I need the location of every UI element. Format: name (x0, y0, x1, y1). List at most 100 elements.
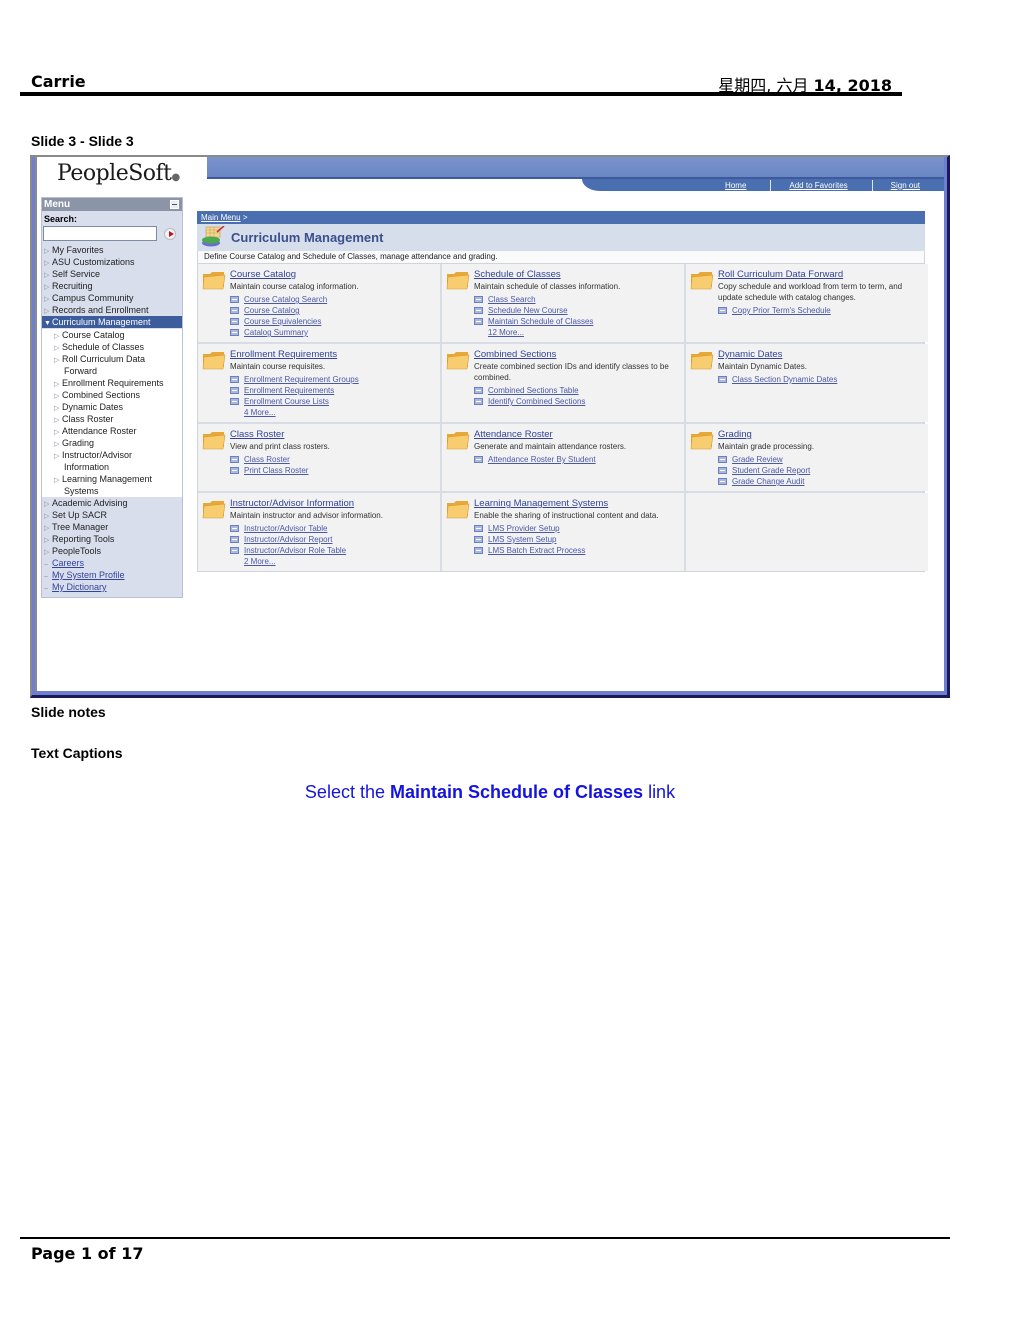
menu-link-my-system-profile[interactable]: – My System Profile (42, 569, 182, 581)
menu-item-set-up-sacr[interactable]: ▷ Set Up SACR (42, 509, 182, 521)
folder-icon (202, 352, 226, 370)
menu-search-input[interactable] (43, 226, 157, 241)
link-course-catalog-search[interactable]: Course Catalog Search (230, 294, 436, 305)
link-course-catalog[interactable]: Course Catalog (230, 305, 436, 316)
link-instructor-advisor-role-table[interactable]: Instructor/Advisor Role Table (230, 545, 436, 556)
slide-title: Slide 3 - Slide 3 (31, 133, 134, 149)
link-catalog-summary[interactable]: Catalog Summary (230, 327, 436, 338)
submenu-item-class-roster[interactable]: ▷ Class Roster (42, 413, 182, 425)
link-label: Enrollment Requirement Groups (244, 375, 359, 384)
submenu-item-continuation[interactable]: Information (42, 461, 182, 473)
menu-link-careers[interactable]: – Careers (42, 557, 182, 569)
nav-add-to-favorites-link[interactable]: Add to Favorites (770, 179, 871, 191)
link-enrollment-requirement-groups[interactable]: Enrollment Requirement Groups (230, 374, 436, 385)
page-icon (230, 536, 239, 543)
link-class-search[interactable]: Class Search (474, 294, 680, 305)
section-title-link[interactable]: Roll Curriculum Data Forward (718, 269, 924, 280)
submenu-item-grading[interactable]: ▷ Grading (42, 437, 182, 449)
link-instructor-advisor-report[interactable]: Instructor/Advisor Report (230, 534, 436, 545)
more-link[interactable]: 2 More... (230, 556, 436, 567)
more-link[interactable]: 4 More... (230, 407, 436, 418)
link-course-equivalencies[interactable]: Course Equivalencies (230, 316, 436, 327)
link-label: Course Catalog (244, 306, 300, 315)
submenu-item-schedule-of-classes[interactable]: ▷ Schedule of Classes (42, 341, 182, 353)
menu-item-label: Self Service (52, 269, 101, 279)
menu-item-academic-advising[interactable]: ▷ Academic Advising (42, 497, 182, 509)
link-lms-provider-setup[interactable]: LMS Provider Setup (474, 523, 680, 534)
section-title-link[interactable]: Enrollment Requirements (230, 349, 436, 360)
section-title-link[interactable]: Class Roster (230, 429, 436, 440)
section-title-link[interactable]: Grading (718, 429, 924, 440)
page-icon (474, 536, 483, 543)
submenu-item-dynamic-dates[interactable]: ▷ Dynamic Dates (42, 401, 182, 413)
link-student-grade-report[interactable]: Student Grade Report (718, 465, 924, 476)
menu-item-curriculum-management[interactable]: ▼Curriculum Management (42, 316, 182, 328)
submenu-item-instructor-advisor[interactable]: ▷ Instructor/Advisor (42, 449, 182, 461)
link-schedule-new-course[interactable]: Schedule New Course (474, 305, 680, 316)
page-icon (474, 387, 483, 394)
link-attendance-roster-by-student[interactable]: Attendance Roster By Student (474, 454, 680, 465)
section-title-link[interactable]: Instructor/Advisor Information (230, 498, 436, 509)
link-lms-system-setup[interactable]: LMS System Setup (474, 534, 680, 545)
search-go-icon[interactable] (164, 228, 176, 240)
section-title-link[interactable]: Dynamic Dates (718, 349, 924, 360)
link-grade-review[interactable]: Grade Review (718, 454, 924, 465)
submenu-item-label: Roll Curriculum Data (62, 354, 146, 364)
collapse-icon[interactable] (170, 200, 179, 209)
section-title-link[interactable]: Course Catalog (230, 269, 436, 280)
menu-item-self-service[interactable]: ▷ Self Service (42, 268, 182, 280)
link-combined-sections-table[interactable]: Combined Sections Table (474, 385, 680, 396)
section-title-link[interactable]: Schedule of Classes (474, 269, 680, 280)
empty-cell (686, 493, 928, 571)
document-author: Carrie (31, 72, 86, 91)
menu-link-my-dictionary[interactable]: – My Dictionary (42, 581, 182, 593)
menu-item-label: Set Up SACR (52, 510, 108, 520)
menu-item-campus-community[interactable]: ▷ Campus Community (42, 292, 182, 304)
submenu-item-attendance-roster[interactable]: ▷ Attendance Roster (42, 425, 182, 437)
submenu-item-learning-management[interactable]: ▷ Learning Management (42, 473, 182, 485)
link-enrollment-requirements[interactable]: Enrollment Requirements (230, 385, 436, 396)
menu-link-label: My Dictionary (52, 582, 107, 592)
menu-item-reporting-tools[interactable]: ▷ Reporting Tools (42, 533, 182, 545)
more-link[interactable]: 12 More... (474, 327, 680, 338)
link-copy-prior-term-s-schedule[interactable]: Copy Prior Term's Schedule (718, 305, 924, 316)
section-title-link[interactable]: Learning Management Systems (474, 498, 680, 509)
link-instructor-advisor-table[interactable]: Instructor/Advisor Table (230, 523, 436, 534)
submenu-item-continuation[interactable]: Forward (42, 365, 182, 377)
menu-item-tree-manager[interactable]: ▷ Tree Manager (42, 521, 182, 533)
submenu-item-combined-sections[interactable]: ▷ Combined Sections (42, 389, 182, 401)
link-enrollment-course-lists[interactable]: Enrollment Course Lists (230, 396, 436, 407)
link-maintain-schedule-of-classes[interactable]: Maintain Schedule of Classes (474, 316, 680, 327)
link-label: Maintain Schedule of Classes (488, 317, 594, 326)
menu-item-peopletools[interactable]: ▷ PeopleTools (42, 545, 182, 557)
link-class-section-dynamic-dates[interactable]: Class Section Dynamic Dates (718, 374, 924, 385)
link-print-class-roster[interactable]: Print Class Roster (230, 465, 436, 476)
link-lms-batch-extract-process[interactable]: LMS Batch Extract Process (474, 545, 680, 556)
menu-item-records-enrollment[interactable]: ▷ Records and Enrollment (42, 304, 182, 316)
menu-item-my-favorites[interactable]: ▷ My Favorites (42, 244, 182, 256)
breadcrumb-main-menu-link[interactable]: Main Menu (201, 213, 241, 222)
section-dynamic-dates: Dynamic Dates Maintain Dynamic Dates. Clas… (686, 344, 928, 422)
menu-item-label: ASU Customizations (52, 257, 135, 267)
menu-item-recruiting[interactable]: ▷ Recruiting (42, 280, 182, 292)
link-identify-combined-sections[interactable]: Identify Combined Sections (474, 396, 680, 407)
link-class-roster[interactable]: Class Roster (230, 454, 436, 465)
nav-sign-out-link[interactable]: Sign out (871, 179, 944, 191)
submenu-item-course-catalog[interactable]: ▷ Course Catalog (42, 329, 182, 341)
nav-home-link[interactable]: Home (707, 180, 770, 191)
folder-icon (202, 501, 226, 519)
section-title-link[interactable]: Combined Sections (474, 349, 680, 360)
submenu-item-roll-curriculum-data[interactable]: ▷ Roll Curriculum Data (42, 353, 182, 365)
link-grade-change-audit[interactable]: Grade Change Audit (718, 476, 924, 487)
document-date: 星期四, 六月 14, 2018 (718, 72, 892, 96)
section-description: Maintain grade processing. (718, 442, 815, 451)
page-footer: Page 1 of 17 (20, 1237, 950, 1263)
section-title-link[interactable]: Attendance Roster (474, 429, 680, 440)
submenu-item-enrollment-requirements[interactable]: ▷ Enrollment Requirements (42, 377, 182, 389)
dash-icon: – (44, 585, 48, 592)
menu-item-asu-customizations[interactable]: ▷ ASU Customizations (42, 256, 182, 268)
menu-list: ▷ My Favorites ▷ ASU Customizations ▷ Self … (42, 244, 182, 593)
page-icon (230, 376, 239, 383)
submenu-item-continuation[interactable]: Systems (42, 485, 182, 497)
breadcrumb: Main Menu > (197, 211, 925, 224)
